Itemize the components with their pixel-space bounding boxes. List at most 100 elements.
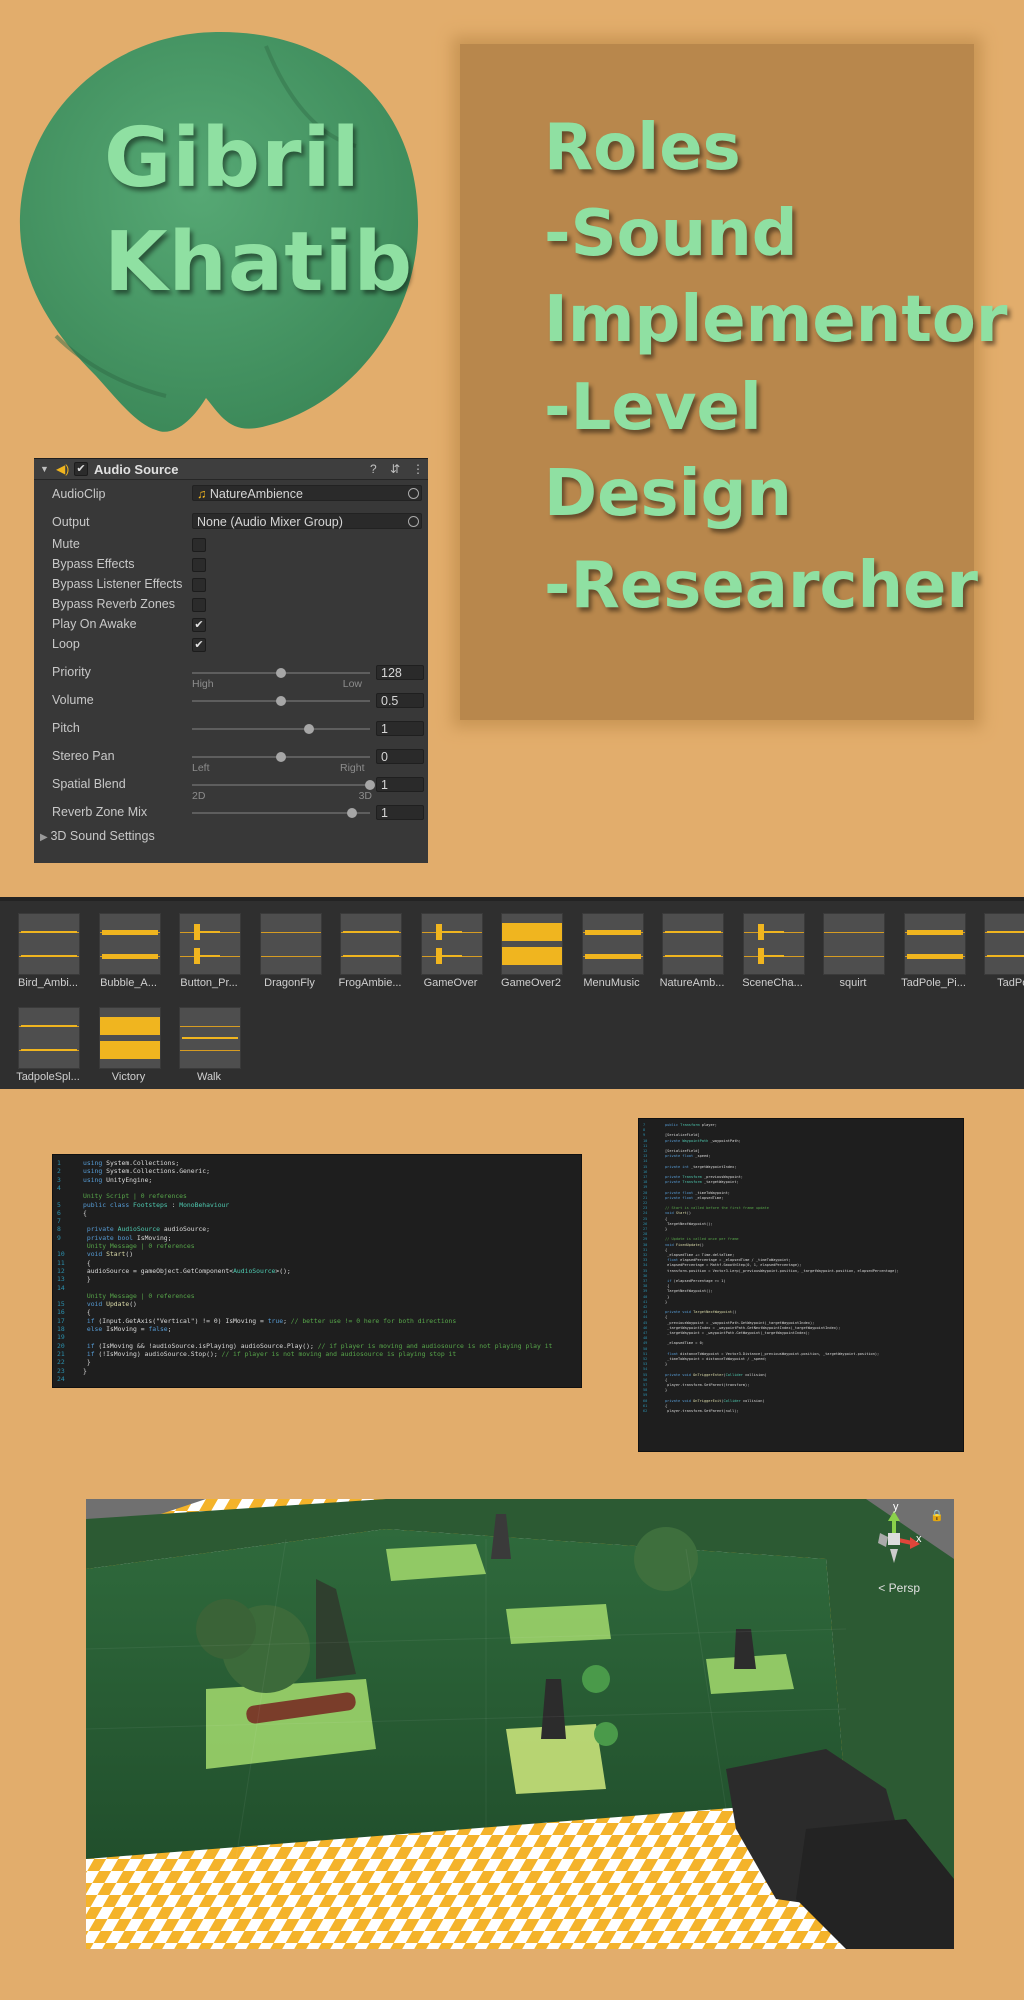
audioclip-field[interactable]: ♫ NatureAmbience [192,485,422,501]
waveform-bar [441,931,462,933]
code-token: private [665,1138,683,1143]
code-token: _timeToWaypoint; [695,1190,730,1195]
code-token: player; [701,1123,717,1127]
line-number: 2 [57,1167,61,1176]
waveform-bar [763,931,784,933]
code-token: Start [675,1211,687,1216]
slider-max-label: Right [340,762,365,774]
settings-icon[interactable]: ⇵ [390,462,400,476]
line-number: 13 [57,1275,65,1284]
code-token: } [665,1388,668,1393]
name-last: Khatib [104,215,414,310]
slider-track[interactable] [192,780,375,790]
slider-value-field[interactable]: 1 [376,777,424,792]
code-token: ; [283,1316,291,1325]
code-token: Unity Message | 0 references [83,1291,195,1300]
toggle-label: Mute [52,537,80,551]
slider-track[interactable] [192,808,370,818]
code-token: else [83,1325,107,1333]
code-token: void [83,1300,107,1309]
code-line: 16 { [57,1308,91,1316]
slider-value-field[interactable]: 0 [376,749,424,764]
fold-arrow-icon[interactable]: ▼ [40,464,49,474]
project-audio-panel: Bird_Ambi... Bubble_A... Button_Pr... Drago… [0,897,1024,1089]
slider-value-field[interactable]: 0.5 [376,693,424,708]
waveform-baseline [260,956,321,957]
code-token: _waypointPath; [710,1138,741,1143]
persp-toggle[interactable]: < Persp [878,1581,920,1595]
code-token: private float [665,1154,696,1159]
code-token: if [83,1341,99,1350]
waveform-baseline [180,1026,240,1027]
slider-track[interactable] [192,696,370,706]
slider-value-field[interactable]: 128 [376,665,424,680]
audio-clip-name: MenuMusic [583,977,640,989]
code-token: } [83,1366,87,1375]
waveform-bar [343,931,399,933]
waveform-thumbnail [18,1007,80,1069]
code-line: 15 void Update() [57,1300,137,1308]
toggle-checkbox[interactable] [192,558,206,572]
waveform-bar [987,955,1024,957]
audio-clip-name: Bubble_A... [100,977,157,989]
waveform-thumbnail [420,913,483,975]
waveform-bar [584,929,641,935]
slider-track[interactable] [192,668,370,678]
line-number: 62 [643,1409,648,1413]
code-token: void [665,1242,676,1247]
code-line: 22 } [57,1358,91,1366]
slider-value-field[interactable]: 1 [376,805,424,820]
scene-gizmo-icon[interactable]: y x [864,1501,924,1567]
foldout-3d-sound[interactable]: ▶ 3D Sound Settings [40,829,155,843]
slider-track[interactable] [192,752,370,762]
slider-handle[interactable] [304,724,315,734]
code-line: 21 if (!IsMoving) audioSource.Stop(); //… [57,1350,456,1358]
code-token: { [665,1247,668,1252]
toggle-checkbox[interactable]: ✔ [192,638,206,652]
more-icon[interactable]: ⋮ [412,462,424,476]
slider-handle[interactable] [365,780,375,790]
toggle-checkbox[interactable] [192,578,206,592]
roles-heading: Roles [544,111,741,185]
code-token: _targetWaypoint; [703,1180,739,1185]
code-line: 47 _targetWaypoint = _waypointPath.GetWa… [643,1331,810,1336]
toggle-checkbox[interactable]: ✔ [192,618,206,632]
code-token: _previousWaypoint; [703,1175,743,1179]
code-line: 10 void Start() [57,1250,133,1258]
code-token: OnTriggerExit [693,1398,722,1403]
slider-value-field[interactable]: 1 [376,721,424,736]
code-line: 11 { [57,1259,91,1267]
lock-icon[interactable]: 🔒 [930,1509,944,1522]
toggle-checkbox[interactable] [192,538,206,552]
waveform-baseline [824,956,884,957]
slider-min-label: Left [192,762,210,774]
slider-handle[interactable] [276,752,286,762]
line-number: 1 [57,1159,61,1167]
object-picker-icon[interactable] [408,516,419,527]
code-token: TargetNextWaypoint(); [665,1289,713,1294]
waveform-thumbnail [984,913,1024,975]
waveform-bar [343,955,399,957]
code-token: public class [83,1200,134,1209]
component-enabled-checkbox[interactable]: ✔ [74,462,88,476]
help-icon[interactable]: ? [370,462,377,476]
code-token: player.transform.SetParent(null); [665,1409,739,1413]
scene-view[interactable]: y x 🔒 < Persp [86,1499,954,1949]
code-token: } [83,1358,91,1367]
slider-handle[interactable] [347,808,358,818]
line-number: 18 [57,1325,65,1333]
audio-clip-name: NatureAmb... [659,977,725,989]
waveform-bar [182,1037,238,1039]
slider-handle[interactable] [276,668,286,678]
role-line-level: -Level [544,371,762,445]
object-picker-icon[interactable] [408,488,419,499]
slider-handle[interactable] [276,696,286,706]
slider-track[interactable] [192,724,370,734]
code-token: { [83,1258,91,1267]
code-token: float [665,1351,681,1356]
slider-max-label: Low [342,678,362,690]
toggle-checkbox[interactable] [192,598,206,612]
output-field[interactable]: None (Audio Mixer Group) [192,513,422,529]
code-token: [SerializeField] [665,1133,700,1138]
waveform-thumbnail [581,913,644,975]
